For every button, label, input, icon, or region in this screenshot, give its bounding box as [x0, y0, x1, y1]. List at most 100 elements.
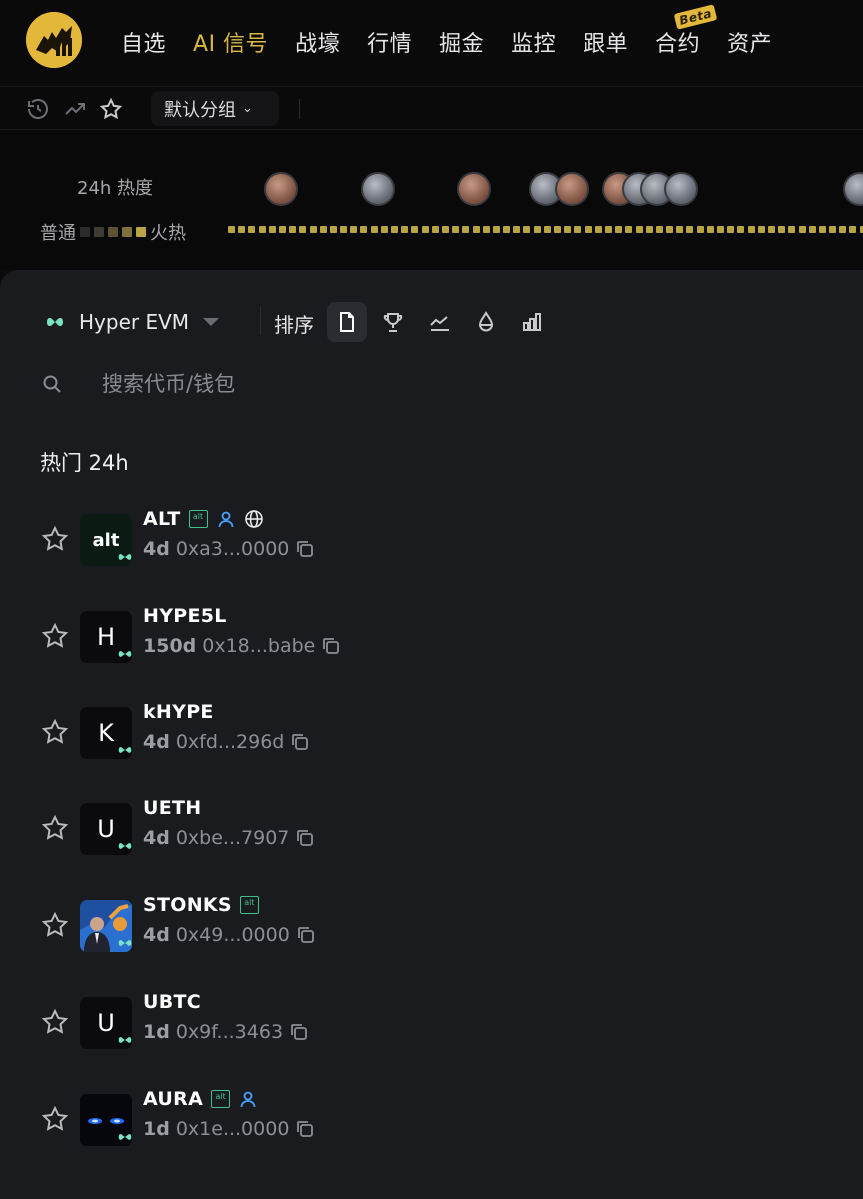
heat-dot	[635, 226, 643, 233]
heat-dot	[401, 226, 409, 233]
copy-icon[interactable]	[290, 732, 310, 752]
nav-contracts[interactable]: 合约 Beta	[655, 4, 718, 58]
heat-dot	[482, 226, 490, 233]
nav-contracts-label: 合约	[655, 32, 701, 57]
heat-dot	[645, 226, 653, 233]
section-title: 热门 24h	[40, 451, 129, 475]
heat-dot	[228, 226, 235, 233]
heat-dot	[717, 226, 724, 233]
heat-dot	[360, 226, 368, 233]
token-row[interactable]: U UETH 4d 0xbe...7907	[0, 795, 863, 865]
nav-market[interactable]: 行情	[367, 26, 412, 58]
search-input[interactable]	[102, 372, 702, 396]
star-icon[interactable]	[99, 97, 123, 121]
heat-dot	[808, 226, 816, 233]
token-row[interactable]: STONKS alt 4d 0x49...0000	[0, 892, 863, 962]
favorite-star-icon[interactable]	[40, 717, 70, 747]
heat-dot	[798, 226, 806, 233]
alt-tag-icon: alt	[211, 1090, 231, 1108]
token-bubble[interactable]	[264, 172, 298, 206]
heat-dot	[604, 226, 612, 233]
copy-icon[interactable]	[295, 539, 315, 559]
copy-icon[interactable]	[295, 828, 315, 848]
sort-volume-button[interactable]	[420, 302, 460, 342]
heat-dot	[533, 226, 541, 233]
favorite-star-icon[interactable]	[40, 910, 70, 940]
heat-dot	[737, 226, 745, 233]
copy-icon[interactable]	[295, 1119, 315, 1139]
token-avatar-label: alt	[92, 529, 120, 551]
favorite-star-icon[interactable]	[40, 524, 70, 554]
favorite-star-icon[interactable]	[40, 813, 70, 843]
token-row[interactable]: U UBTC 1d 0x9f...3463	[0, 989, 863, 1059]
token-bubble[interactable]	[664, 172, 698, 206]
heat-dot	[625, 226, 633, 233]
favorite-star-icon[interactable]	[40, 621, 70, 651]
user-icon[interactable]	[216, 509, 236, 529]
token-age: 4d	[143, 538, 170, 560]
trophy-icon	[383, 313, 403, 332]
hyper-evm-badge-icon	[118, 1037, 132, 1043]
heat-dot	[503, 226, 511, 233]
token-name: HYPE5L	[143, 605, 227, 627]
heat-dot	[248, 226, 256, 233]
token-age: 4d	[143, 924, 170, 946]
nav-trenches[interactable]: 战壕	[295, 26, 340, 58]
nav-copytrade[interactable]: 跟单	[583, 26, 628, 58]
token-row[interactable]: K kHYPE 4d 0xfd...296d	[0, 699, 863, 769]
token-name: UETH	[143, 797, 202, 819]
heat-dot	[655, 226, 663, 233]
sort-liquidity-button[interactable]	[466, 302, 506, 342]
copy-icon[interactable]	[289, 1022, 309, 1042]
heat-strip: 24h 热度 普通 火热	[0, 130, 863, 270]
heat-dot	[686, 226, 694, 233]
heat-scale-low: 普通	[40, 223, 76, 244]
heat-dot	[513, 226, 521, 233]
hyper-evm-badge-icon	[118, 940, 132, 946]
heat-dot	[319, 226, 327, 233]
token-row[interactable]: alt ALT alt 4d 0xa3...0000	[0, 506, 863, 576]
sort-trophy-button[interactable]	[373, 302, 413, 342]
trending-icon[interactable]	[63, 97, 87, 121]
favorite-star-icon[interactable]	[40, 1007, 70, 1037]
nav-ai-signal[interactable]: AI 信号	[193, 26, 268, 58]
heat-swatch	[80, 227, 90, 237]
heat-dot	[747, 226, 755, 233]
sort-marketcap-button[interactable]	[512, 302, 552, 342]
token-bubble[interactable]	[843, 172, 863, 206]
hyper-evm-badge-icon	[118, 747, 132, 753]
favorite-star-icon[interactable]	[40, 1104, 70, 1134]
token-age: 4d	[143, 827, 170, 849]
token-row[interactable]: H HYPE5L 150d 0x18...babe	[0, 603, 863, 673]
beta-badge: Beta	[673, 4, 718, 30]
token-bubble[interactable]	[361, 172, 395, 206]
chain-selector[interactable]: Hyper EVM	[45, 310, 220, 334]
nav-monitor[interactable]: 监控	[511, 26, 556, 58]
divider	[260, 307, 261, 335]
heat-dot	[543, 226, 551, 233]
nav-watchlist[interactable]: 自选	[121, 26, 166, 58]
token-address: 0xbe...7907	[175, 827, 290, 849]
copy-icon[interactable]	[296, 925, 316, 945]
heat-dot	[411, 226, 419, 233]
token-address: 0xa3...0000	[175, 538, 290, 560]
user-icon[interactable]	[238, 1089, 258, 1109]
hyper-evm-badge-icon	[118, 1134, 132, 1140]
heat-dot	[574, 226, 582, 233]
nav-discover[interactable]: 掘金	[439, 26, 484, 58]
nav-assets[interactable]: 资产	[727, 26, 772, 58]
token-row[interactable]: AURA alt 1d 0x1e...0000	[0, 1086, 863, 1156]
heat-dot	[788, 226, 796, 233]
sort-newest-button[interactable]	[327, 302, 367, 342]
token-bubble[interactable]	[555, 172, 589, 206]
heat-timeline	[228, 226, 863, 236]
heat-dot	[472, 226, 480, 233]
group-selector[interactable]: 默认分组 ⌄	[151, 91, 279, 126]
app-logo[interactable]	[26, 12, 82, 68]
heat-dot	[727, 226, 735, 233]
copy-icon[interactable]	[321, 636, 341, 656]
globe-icon[interactable]	[244, 509, 264, 529]
heat-dot	[666, 226, 674, 233]
history-icon[interactable]	[26, 97, 50, 121]
token-bubble[interactable]	[457, 172, 491, 206]
